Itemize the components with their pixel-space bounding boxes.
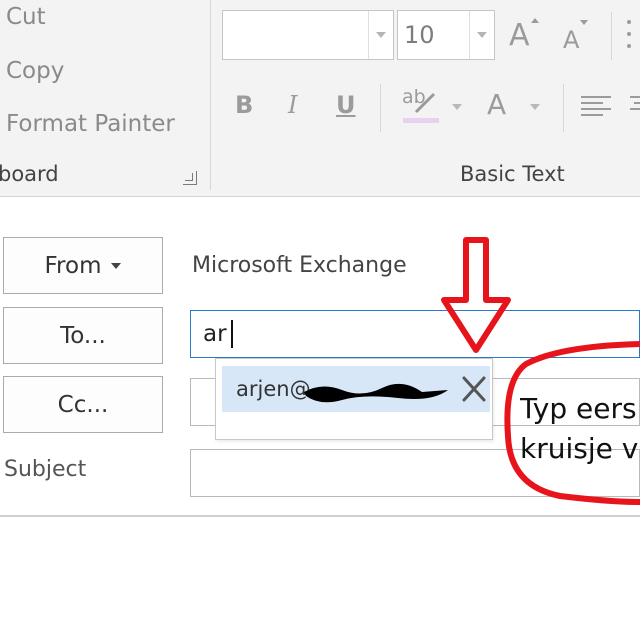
underline-icon: U bbox=[336, 91, 356, 119]
annotation-text-line1: Typ eers bbox=[520, 392, 637, 425]
decrease-arrow-icon bbox=[580, 20, 588, 25]
shrink-font-icon: A bbox=[563, 26, 580, 54]
font-color-icon: A bbox=[487, 88, 507, 121]
to-button-label: To... bbox=[60, 322, 106, 349]
grow-font-button[interactable]: A bbox=[509, 18, 530, 53]
align-center-icon[interactable] bbox=[628, 96, 640, 118]
group-divider bbox=[210, 0, 211, 190]
font-color-button[interactable]: A bbox=[487, 88, 506, 121]
shrink-font-button[interactable]: A bbox=[563, 26, 579, 54]
toolbar-divider bbox=[611, 12, 612, 60]
text-cursor bbox=[231, 320, 233, 348]
increase-arrow-icon bbox=[531, 18, 539, 23]
font-size-combo[interactable]: 10 bbox=[397, 10, 495, 60]
chevron-down-icon bbox=[111, 262, 122, 269]
more-options-icon[interactable] bbox=[627, 20, 631, 24]
chevron-down-icon[interactable] bbox=[368, 11, 393, 59]
bold-icon: B bbox=[235, 91, 254, 119]
highlight-color-swatch bbox=[403, 118, 439, 123]
cc-button-label: Cc... bbox=[57, 391, 109, 418]
underline-button[interactable]: U bbox=[336, 91, 356, 119]
bold-button[interactable]: B bbox=[235, 91, 253, 119]
annotation-text-line2: kruisje v bbox=[520, 432, 639, 465]
from-button[interactable]: From bbox=[3, 237, 163, 294]
font-name-combo[interactable] bbox=[222, 10, 394, 60]
font-size-value: 10 bbox=[404, 21, 435, 49]
autocomplete-popup: arjen@ bbox=[215, 358, 493, 440]
redaction-scribble bbox=[304, 383, 448, 403]
from-account: Microsoft Exchange bbox=[192, 253, 407, 278]
chevron-down-icon[interactable] bbox=[530, 104, 540, 110]
copy-button[interactable]: Copy bbox=[6, 58, 64, 84]
chevron-down-icon[interactable] bbox=[469, 11, 494, 59]
from-button-label: From bbox=[44, 252, 102, 279]
cut-button[interactable]: Cut bbox=[6, 4, 46, 30]
suggestion-email: arjen@ bbox=[236, 377, 311, 401]
chevron-down-icon[interactable] bbox=[452, 104, 462, 110]
grow-font-icon: A bbox=[509, 18, 530, 53]
clipboard-dialog-launcher-icon[interactable] bbox=[183, 171, 197, 185]
basic-text-group-label: Basic Text bbox=[460, 162, 565, 186]
remove-suggestion-close-icon[interactable] bbox=[460, 374, 488, 404]
to-field-value: ar bbox=[203, 321, 227, 347]
italic-icon: I bbox=[288, 91, 298, 119]
align-left-icon[interactable] bbox=[581, 96, 615, 118]
toolbar-divider bbox=[563, 84, 564, 132]
clipboard-group-label: board bbox=[0, 162, 59, 186]
toolbar-divider bbox=[380, 84, 381, 132]
header-divider bbox=[0, 515, 640, 517]
highlighter-pen-icon bbox=[414, 92, 436, 114]
ribbon: Cut Copy Format Painter board 10 A A B I… bbox=[0, 0, 640, 197]
subject-label: Subject bbox=[4, 457, 87, 482]
autocomplete-suggestion[interactable]: arjen@ bbox=[222, 366, 490, 412]
cc-button[interactable]: Cc... bbox=[3, 376, 163, 433]
to-button[interactable]: To... bbox=[3, 307, 163, 364]
format-painter-button[interactable]: Format Painter bbox=[6, 111, 175, 137]
italic-button[interactable]: I bbox=[288, 91, 297, 119]
